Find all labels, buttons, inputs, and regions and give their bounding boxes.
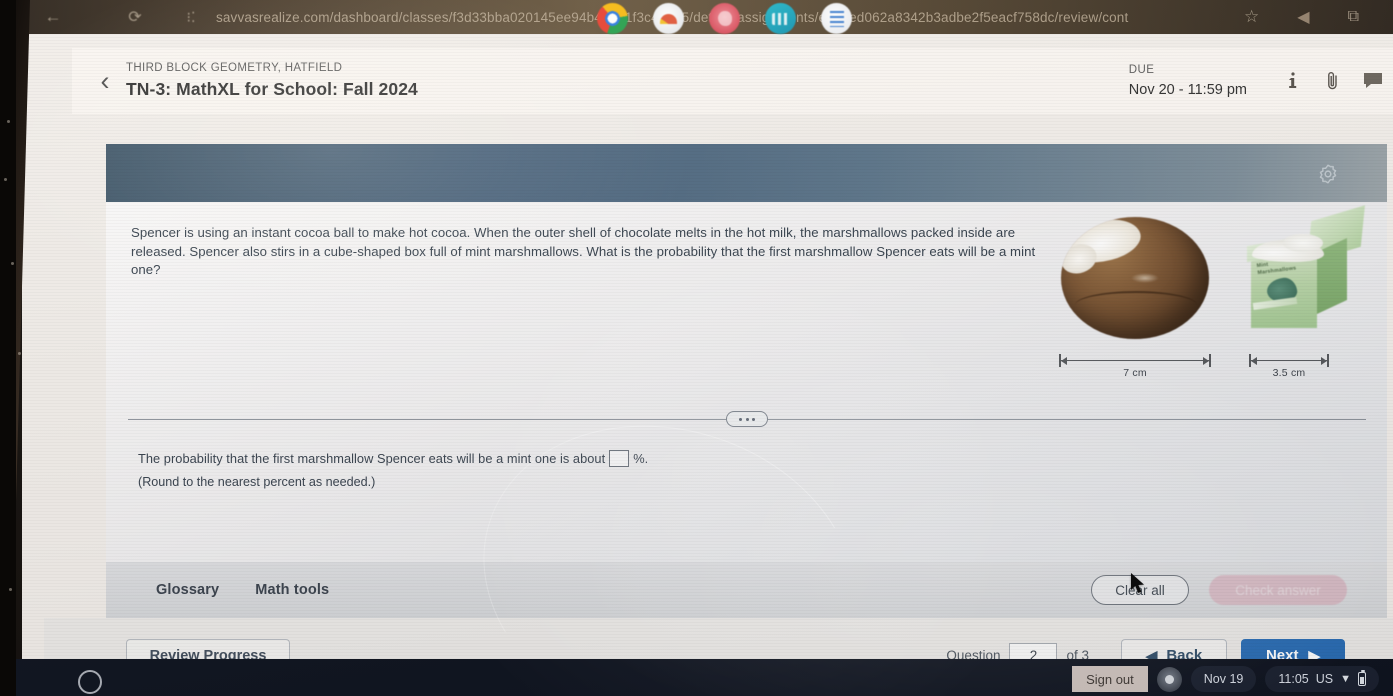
mouse-cursor: [1131, 573, 1144, 593]
sign-out-button[interactable]: Sign out: [1072, 666, 1148, 692]
answer-prefix-text: The probability that the first marshmall…: [138, 451, 606, 466]
math-tools-button[interactable]: Math tools: [255, 582, 329, 598]
bezel-speck: [11, 262, 14, 265]
ball-dimension-label: 7 cm: [1123, 367, 1147, 379]
rounding-note: (Round to the nearest percent as needed.…: [138, 475, 376, 489]
question-number-input[interactable]: 2: [1009, 642, 1058, 659]
bezel-speck: [18, 352, 21, 355]
class-name: THIRD BLOCK GEOMETRY, HATFIELD: [126, 62, 343, 74]
next-arrow-icon: ▶: [1308, 647, 1321, 660]
box-dimension-cap-right: [1327, 354, 1329, 367]
question-navigation: Question 2 of 3 ◀ Back Next ▶: [946, 638, 1393, 660]
tray-date[interactable]: Nov 19: [1190, 666, 1257, 692]
comment-icon[interactable]: [1353, 72, 1393, 90]
question-prompt: Spencer is using an instant cocoa ball t…: [131, 225, 1036, 277]
system-tray: Sign out Nov 19 11:05 US ▼: [1072, 666, 1379, 692]
chrome-icon[interactable]: [597, 3, 628, 34]
back-arrow-icon: ◀: [1145, 647, 1158, 660]
ball-dimension-line: [1059, 360, 1211, 362]
ball-dimension-cap-right: [1209, 354, 1211, 367]
more-options-icon[interactable]: [726, 411, 768, 427]
info-icon[interactable]: [1273, 71, 1313, 91]
answer-suffix-text: %.: [633, 451, 649, 466]
question-figures: Mint Marshmallows 7 cm 3.5 cm: [1051, 205, 1371, 392]
ball-dimension-arrow-left: [1061, 357, 1067, 365]
back-button-label: Back: [1166, 647, 1203, 659]
back-chevron-icon[interactable]: ‹: [88, 67, 122, 95]
box-dimension-arrow-left: [1251, 357, 1257, 365]
box-marshmallow-fill-2: [1283, 234, 1323, 252]
app-document-icon[interactable]: [821, 3, 852, 34]
section-divider: [128, 410, 1366, 428]
browser-back-icon[interactable]: ←: [36, 7, 70, 27]
laptop-bezel-inner: [0, 0, 16, 696]
wifi-icon: ▼: [1340, 673, 1351, 685]
next-button[interactable]: Next ▶: [1241, 638, 1345, 660]
assignment-color-band: [106, 144, 1387, 202]
due-value: Nov 20 - 11:59 pm: [1128, 82, 1247, 98]
bezel-speck: [7, 120, 10, 123]
ball-dimension: 7 cm: [1059, 354, 1211, 387]
app-teal-icon[interactable]: [765, 3, 796, 34]
profile-icon[interactable]: ⧉: [1348, 8, 1359, 26]
answer-sentence: The probability that the first marshmall…: [138, 450, 1038, 467]
box-dimension: 3.5 cm: [1249, 354, 1329, 387]
assignment-titles: THIRD BLOCK GEOMETRY, HATFIELD TN-3: Mat…: [126, 62, 418, 100]
browser-tab-search-icon[interactable]: ⁝⁚: [178, 9, 204, 26]
ellipsis-dot: [745, 417, 749, 421]
app-red-icon[interactable]: [709, 3, 740, 34]
app-white-icon[interactable]: [653, 3, 684, 34]
screen-photo: ← ⟳ ⁝⁚ savvasrealize.com/dashboard/class…: [0, 0, 1393, 696]
browser-toolbar-right: ☆ ◀ ⧉: [1244, 7, 1393, 27]
question-total-label: of 3: [1066, 648, 1089, 659]
due-block: DUE Nov 20 - 11:59 pm: [1129, 64, 1273, 98]
question-card: Spencer is using an instant cocoa ball t…: [106, 202, 1387, 562]
bezel-speck: [9, 588, 12, 591]
bookmark-star-icon[interactable]: ☆: [1244, 7, 1259, 27]
tools-toolbar: Glossary Math tools Clear all Check answ…: [106, 562, 1387, 618]
gear-icon[interactable]: [1317, 163, 1339, 185]
bezel-speck: [4, 178, 7, 181]
marshmallow-box-figure: Mint Marshmallows: [1243, 205, 1365, 342]
answer-input[interactable]: [609, 450, 630, 467]
user-avatar[interactable]: [1156, 666, 1182, 692]
launcher-circle-icon[interactable]: [78, 670, 102, 694]
battery-icon: [1358, 670, 1366, 686]
cocoa-ball-figure: [1061, 217, 1209, 339]
assignment-header-right: DUE Nov 20 - 11:59 pm: [1129, 48, 1393, 114]
assignment-footer: Review Progress Question 2 of 3 ◀ Back N…: [44, 618, 1393, 659]
ball-dimension-arrow-right: [1203, 357, 1209, 365]
ball-highlight: [1131, 273, 1159, 283]
box-dimension-arrow-right: [1321, 357, 1327, 365]
tray-locale-label: US: [1315, 672, 1334, 686]
glossary-button[interactable]: Glossary: [156, 582, 219, 598]
review-progress-button[interactable]: Review Progress: [126, 639, 290, 659]
box-dimension-line: [1249, 360, 1329, 362]
due-label: DUE: [1128, 64, 1155, 76]
question-label: Question: [946, 648, 1001, 659]
ball-seam: [1075, 291, 1197, 319]
next-button-label: Next: [1265, 647, 1299, 659]
extension-icon[interactable]: ◀: [1297, 7, 1309, 27]
box-dimension-label: 3.5 cm: [1272, 367, 1306, 379]
check-answer-button[interactable]: Check answer: [1209, 575, 1347, 605]
back-button[interactable]: ◀ Back: [1121, 638, 1227, 660]
ellipsis-dot: [752, 417, 755, 421]
app-page: ‹ THIRD BLOCK GEOMETRY, HATFIELD TN-3: M…: [22, 34, 1393, 659]
tray-date-label: Nov 19: [1203, 672, 1244, 686]
assignment-header: ‹ THIRD BLOCK GEOMETRY, HATFIELD TN-3: M…: [72, 48, 1393, 114]
shelf-app-icons: [597, 3, 852, 34]
browser-reload-icon[interactable]: ⟳: [118, 7, 152, 27]
answer-area: The probability that the first marshmall…: [138, 450, 1038, 489]
tray-status[interactable]: 11:05 US ▼: [1265, 666, 1379, 692]
paperclip-icon[interactable]: [1313, 70, 1353, 92]
assignment-title: TN-3: MathXL for School: Fall 2024: [126, 79, 418, 99]
ellipsis-dot: [739, 417, 742, 421]
tray-time-label: 11:05: [1278, 672, 1309, 686]
